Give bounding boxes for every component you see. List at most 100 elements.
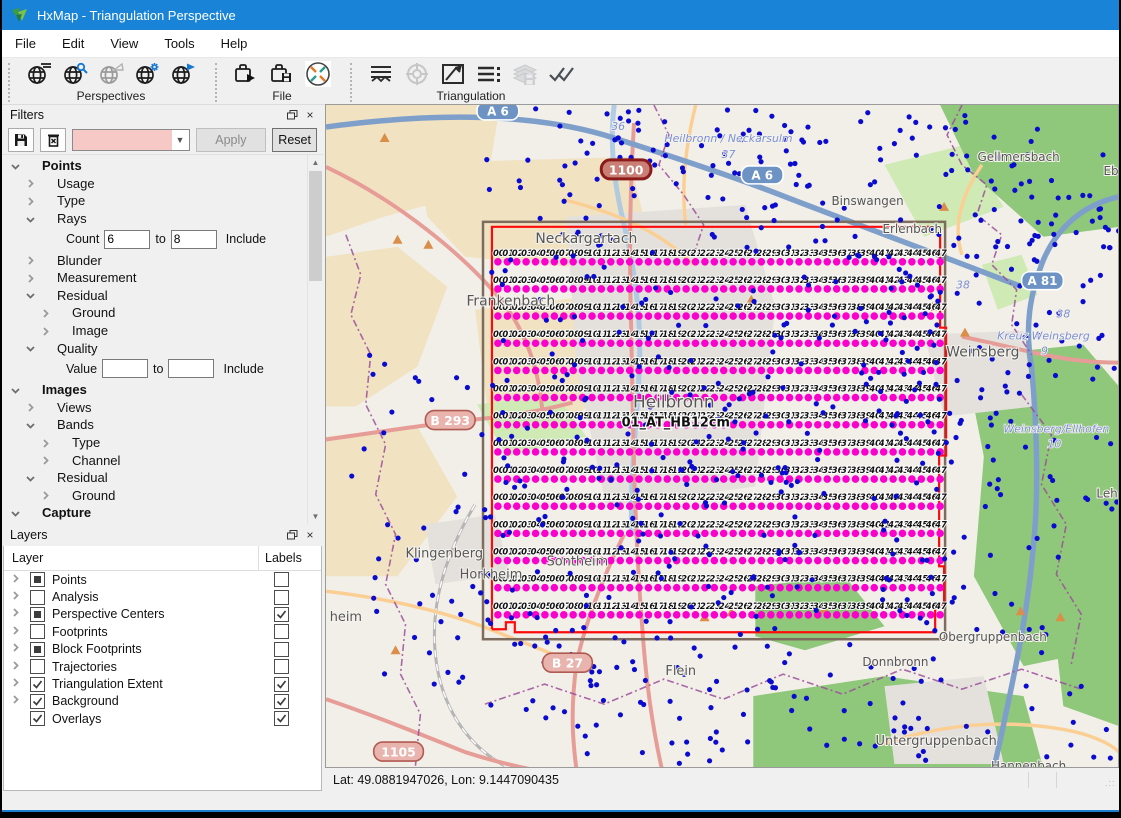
layer-labels-checkbox[interactable] — [274, 590, 289, 605]
map-canvas[interactable]: 0001020304050607080910111213141516171819… — [325, 104, 1119, 768]
scrollbar-thumb[interactable] — [309, 171, 322, 281]
chevron-right-icon[interactable] — [25, 195, 37, 207]
range-min-input[interactable] — [104, 230, 150, 249]
chevron-right-icon[interactable] — [40, 454, 52, 466]
layer-row-trajectories[interactable]: Trajectories — [4, 658, 321, 675]
apply-button[interactable]: Apply — [196, 128, 267, 152]
layer-visibility-checkbox[interactable] — [30, 590, 45, 605]
menu-file[interactable]: File — [2, 32, 49, 55]
toolbar-grip[interactable] — [215, 63, 222, 102]
scroll-up-icon[interactable]: ▲ — [308, 155, 323, 170]
filter-tree-item-contains[interactable]: Contains — [2, 522, 308, 524]
scroll-down-icon[interactable]: ▼ — [308, 509, 323, 524]
layer-visibility-checkbox[interactable] — [30, 624, 45, 639]
layers-float-icon[interactable] — [283, 527, 301, 543]
filter-tree-item-quality[interactable]: Quality — [2, 339, 308, 357]
chevron-right-icon[interactable] — [25, 177, 37, 189]
filter-tree-item-blunder[interactable]: Blunder — [2, 251, 308, 269]
chevron-right-icon[interactable] — [10, 677, 22, 691]
globe-lines-icon[interactable] — [21, 59, 57, 89]
filter-tree-item-views[interactable]: Views — [2, 399, 308, 417]
layer-row-overlays[interactable]: Overlays — [4, 710, 321, 727]
layer-labels-checkbox[interactable] — [274, 642, 289, 657]
chevron-down-icon[interactable] — [25, 472, 37, 484]
delete-filter-button[interactable] — [40, 128, 66, 152]
layer-row-block-footprints[interactable]: Block Footprints — [4, 641, 321, 658]
filter-tree-item-residual[interactable]: Residual — [2, 469, 308, 487]
layer-row-points[interactable]: Points — [4, 571, 321, 588]
layer-row-footprints[interactable]: Footprints — [4, 623, 321, 640]
title-bar[interactable]: HxMap - Triangulation Perspective — [2, 0, 1119, 30]
filter-tree-item-capture[interactable]: Capture — [2, 504, 308, 522]
chevron-down-icon[interactable] — [10, 384, 22, 396]
filters-scrollbar[interactable]: ▲ ▼ — [307, 155, 323, 524]
menu-tools[interactable]: Tools — [151, 32, 207, 55]
briefcase-open-icon[interactable] — [228, 59, 264, 89]
layer-row-analysis[interactable]: Analysis — [4, 588, 321, 605]
layer-row-perspective-centers[interactable]: Perspective Centers — [4, 606, 321, 623]
filters-float-icon[interactable] — [283, 107, 301, 123]
chevron-right-icon[interactable] — [40, 437, 52, 449]
chevron-down-icon[interactable] — [25, 213, 37, 225]
chevron-down-icon[interactable] — [25, 419, 37, 431]
chevron-right-icon[interactable] — [40, 307, 52, 319]
filter-tree-item-rays[interactable]: Rays — [2, 210, 308, 228]
chevron-right-icon[interactable] — [10, 642, 22, 656]
chevron-right-icon[interactable] — [25, 401, 37, 413]
resize-grip[interactable]: .:: — [1105, 778, 1115, 788]
chevron-right-icon[interactable] — [10, 694, 22, 708]
filter-tree-item-type[interactable]: Type — [2, 434, 308, 452]
double-check-icon[interactable] — [543, 59, 579, 89]
toolbar-grip[interactable] — [8, 63, 15, 102]
range-max-input[interactable] — [171, 230, 217, 249]
filter-preset-combobox[interactable]: ▼ — [72, 129, 189, 151]
layer-labels-checkbox[interactable] — [274, 694, 289, 709]
filter-tree-item-channel[interactable]: Channel — [2, 451, 308, 469]
range-max-input[interactable] — [168, 359, 214, 378]
filters-close-icon[interactable]: × — [301, 107, 319, 123]
layers-close-icon[interactable]: × — [301, 527, 319, 543]
chevron-down-icon[interactable] — [10, 160, 22, 172]
layer-labels-checkbox[interactable] — [274, 659, 289, 674]
list-icon[interactable] — [471, 59, 507, 89]
layer-row-triangulation-extent[interactable]: Triangulation Extent — [4, 675, 321, 692]
layer-visibility-checkbox[interactable] — [30, 694, 45, 709]
chevron-down-icon[interactable] — [10, 507, 22, 519]
combobox-dropdown-icon[interactable]: ▼ — [172, 130, 189, 150]
chevron-right-icon[interactable] — [10, 607, 22, 621]
layer-labels-checkbox[interactable] — [274, 677, 289, 692]
toolbar-grip[interactable] — [350, 63, 357, 102]
layer-labels-checkbox[interactable] — [274, 711, 289, 726]
globe-play-icon[interactable] — [165, 59, 201, 89]
layer-visibility-checkbox[interactable] — [30, 711, 45, 726]
filter-tree-item-type[interactable]: Type — [2, 192, 308, 210]
filter-tree-item-ground[interactable]: Ground — [2, 304, 308, 322]
chevron-right-icon[interactable] — [40, 325, 52, 337]
filter-tree-item-images[interactable]: Images — [2, 381, 308, 399]
chevron-right-icon[interactable] — [10, 625, 22, 639]
briefcase-save-icon[interactable] — [264, 59, 300, 89]
globe-gear-icon[interactable] — [129, 59, 165, 89]
layer-visibility-checkbox[interactable] — [30, 677, 45, 692]
layer-labels-checkbox[interactable] — [274, 607, 289, 622]
chevron-right-icon[interactable] — [10, 590, 22, 604]
chevron-right-icon[interactable] — [10, 573, 22, 587]
globe-search-icon[interactable] — [57, 59, 93, 89]
layer-visibility-checkbox[interactable] — [30, 659, 45, 674]
filter-tree-item-image[interactable]: Image — [2, 322, 308, 340]
layer-labels-checkbox[interactable] — [274, 624, 289, 639]
chevron-down-icon[interactable] — [25, 342, 37, 354]
layer-visibility-checkbox[interactable] — [30, 572, 45, 587]
layer-visibility-checkbox[interactable] — [30, 607, 45, 622]
layer-row-background[interactable]: Background — [4, 693, 321, 710]
chevron-right-icon[interactable] — [25, 254, 37, 266]
filter-tree-item-measurement[interactable]: Measurement — [2, 269, 308, 287]
filter-tree-item-residual[interactable]: Residual — [2, 287, 308, 305]
reset-button[interactable]: Reset — [272, 128, 317, 152]
chevron-right-icon[interactable] — [25, 272, 37, 284]
menu-help[interactable]: Help — [208, 32, 261, 55]
range-min-input[interactable] — [102, 359, 148, 378]
chevron-right-icon[interactable] — [40, 489, 52, 501]
menu-edit[interactable]: Edit — [49, 32, 97, 55]
chevron-right-icon[interactable] — [10, 660, 22, 674]
